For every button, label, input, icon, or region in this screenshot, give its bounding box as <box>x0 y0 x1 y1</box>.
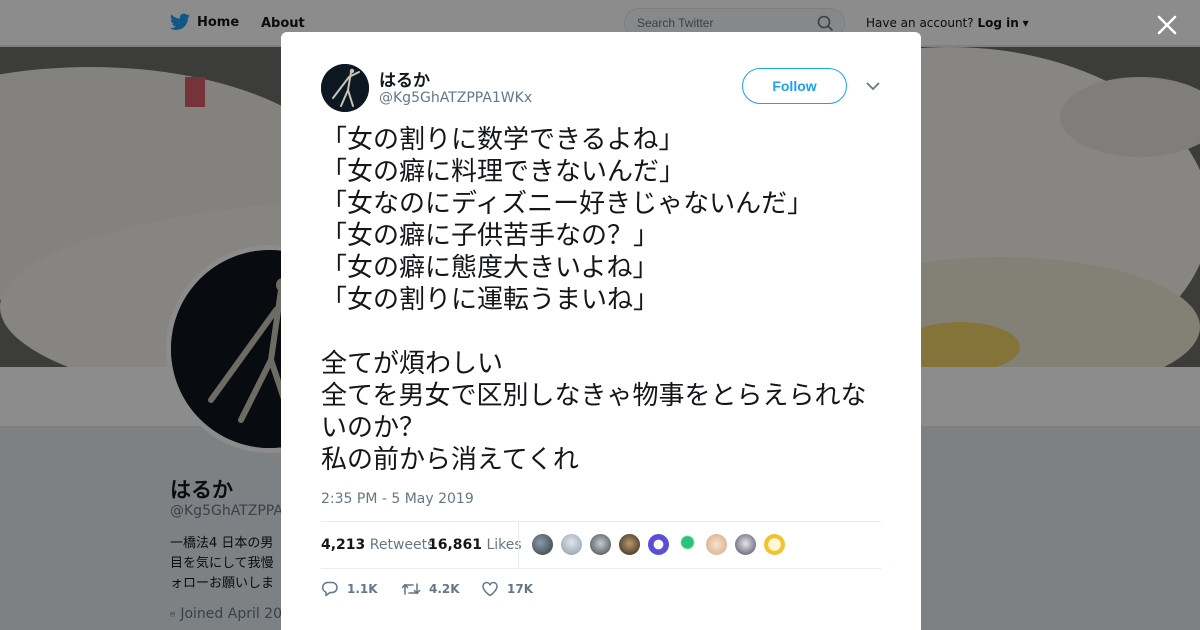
author-avatar-image <box>321 64 369 112</box>
liker-avatar[interactable] <box>531 533 554 556</box>
likes-label: Likes <box>486 537 522 553</box>
reply-count: 1.1K <box>347 582 378 596</box>
liker-avatar[interactable] <box>763 533 786 556</box>
liker-avatar[interactable] <box>618 533 641 556</box>
liker-avatar[interactable] <box>676 533 699 556</box>
tweet-timestamp[interactable]: 2:35 PM - 5 May 2019 <box>321 491 474 507</box>
tweet-text: 「女の割りに数学できるよね」 「女の癖に料理できないんだ」 「女なのにディズニー… <box>321 125 867 475</box>
stats-divider <box>518 522 519 569</box>
tweet-author-avatar[interactable] <box>321 64 369 112</box>
liker-avatar[interactable] <box>705 533 728 556</box>
chevron-down-icon[interactable] <box>865 80 881 92</box>
tweet-author-name[interactable]: はるか <box>379 66 430 91</box>
liker-avatars <box>531 533 786 556</box>
likes-stat[interactable]: 16,861 Likes <box>428 537 522 553</box>
tweet-stats: 4,213 Retweets 16,861 Likes <box>321 521 881 569</box>
liker-avatar[interactable] <box>734 533 757 556</box>
reply-icon <box>321 581 338 597</box>
tweet-author-handle[interactable]: @Kg5GhATZPPA1WKx <box>379 90 532 106</box>
close-icon[interactable] <box>1154 12 1180 38</box>
reply-action[interactable]: 1.1K <box>321 580 401 598</box>
retweet-count: 4.2K <box>429 582 460 596</box>
retweets-stat[interactable]: 4,213 Retweets <box>321 537 434 553</box>
retweet-icon <box>401 583 421 595</box>
retweets-label: Retweets <box>369 537 435 553</box>
likes-count: 16,861 <box>428 537 483 553</box>
tweet-actions: 1.1K 4.2K 17K <box>321 580 561 598</box>
follow-button[interactable]: Follow <box>742 68 847 104</box>
liker-avatar[interactable] <box>647 533 670 556</box>
like-count: 17K <box>507 582 533 596</box>
like-action[interactable]: 17K <box>481 580 561 598</box>
liker-avatar[interactable] <box>589 533 612 556</box>
liker-avatar[interactable] <box>560 533 583 556</box>
retweets-count: 4,213 <box>321 537 366 553</box>
tweet-modal: はるか @Kg5GhATZPPA1WKx Follow 「女の割りに数学できるよ… <box>281 32 921 630</box>
heart-icon <box>482 581 498 597</box>
retweet-action[interactable]: 4.2K <box>401 580 481 598</box>
